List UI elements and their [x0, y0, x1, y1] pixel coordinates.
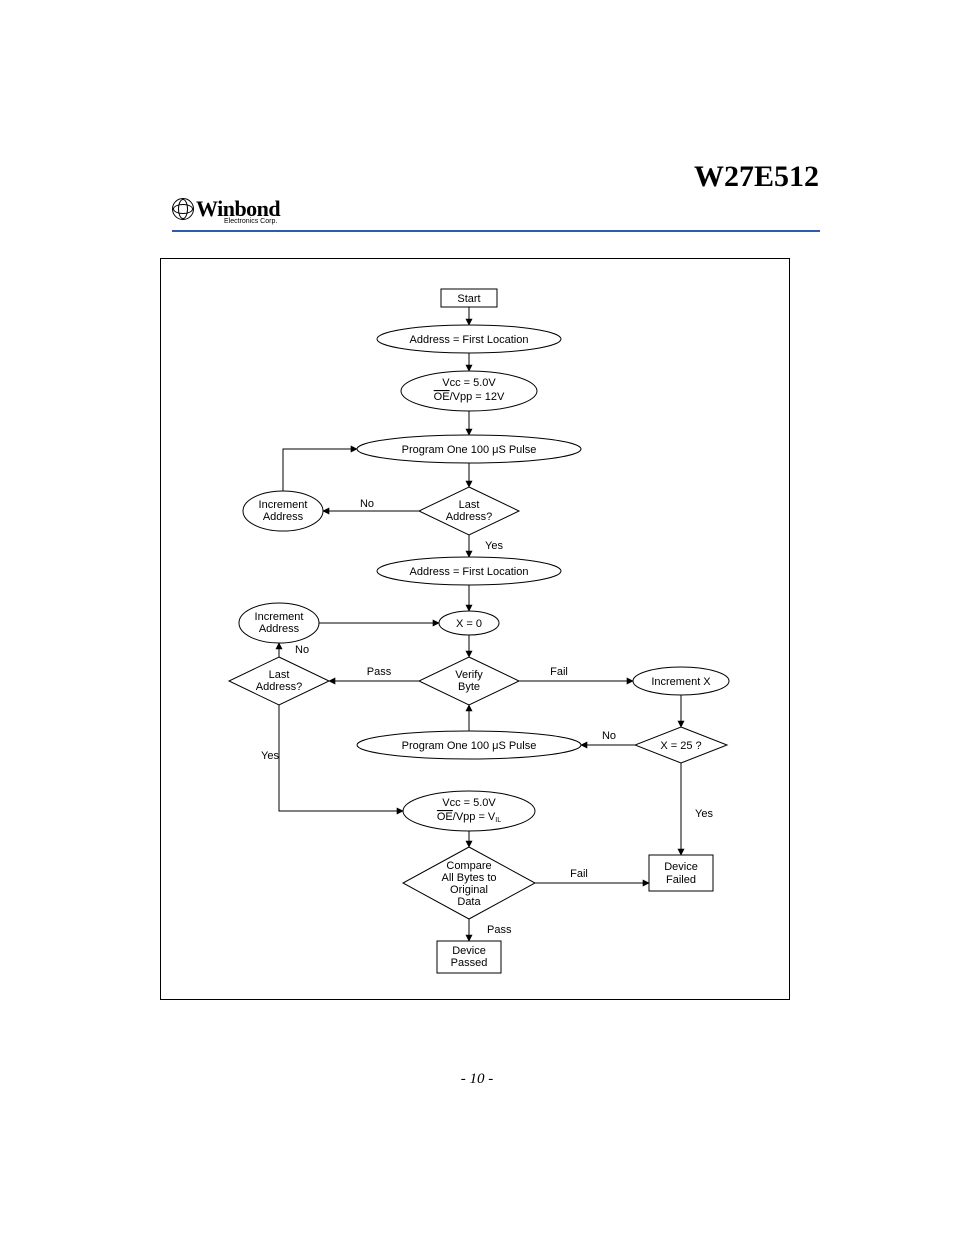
- node-vccvil-b: OE/Vpp = VIL: [437, 811, 501, 824]
- node-x25: X = 25 ?: [660, 740, 701, 752]
- edge-yes-1: Yes: [485, 540, 503, 552]
- flowchart: Start Address = First Location Vcc = 5.0…: [161, 259, 789, 999]
- node-dev-failed-a: Device: [664, 861, 698, 873]
- node-prog-pulse-1: Program One 100 μS Pulse: [402, 444, 537, 456]
- node-x-zero: X = 0: [456, 618, 482, 630]
- node-dev-passed-a: Device: [452, 945, 486, 957]
- brand-logo: Winbond Electronics Corp.: [172, 198, 280, 220]
- edge-no-3: No: [602, 730, 616, 742]
- node-incr-addr-1b: Address: [263, 511, 304, 523]
- node-compare-d: Data: [457, 896, 481, 908]
- part-number: W27E512: [694, 160, 819, 194]
- node-last-addr-1b: Address?: [446, 511, 492, 523]
- node-prog-pulse-2: Program One 100 μS Pulse: [402, 740, 537, 752]
- flowchart-frame: Start Address = First Location Vcc = 5.0…: [160, 258, 790, 1000]
- edge-yes-3: Yes: [695, 808, 713, 820]
- edge-no-1: No: [360, 498, 374, 510]
- node-compare-b: All Bytes to: [441, 872, 496, 884]
- node-incr-addr-1a: Increment: [259, 499, 308, 511]
- page-number: - 10 -: [0, 1071, 954, 1088]
- node-incr-addr-2a: Increment: [255, 611, 304, 623]
- node-incr-x: Increment X: [651, 676, 711, 688]
- edge-yes-2: Yes: [261, 750, 279, 762]
- node-dev-failed-b: Failed: [666, 874, 696, 886]
- node-last-addr-2a: Last: [269, 669, 290, 681]
- edge-fail-2: Fail: [570, 868, 588, 880]
- edge-fail-1: Fail: [550, 666, 568, 678]
- node-start: Start: [457, 293, 480, 305]
- brand-subtitle: Electronics Corp.: [224, 218, 277, 225]
- header-divider: [172, 230, 820, 232]
- node-vccvil-a: Vcc = 5.0V: [442, 797, 496, 809]
- node-verify-a: Verify: [455, 669, 483, 681]
- node-vcc5-line2: OE/Vpp = 12V: [434, 391, 505, 403]
- node-addr-first-2: Address = First Location: [410, 566, 529, 578]
- node-dev-passed-b: Passed: [451, 957, 488, 969]
- edge-no-2: No: [295, 644, 309, 656]
- node-last-addr-1a: Last: [459, 499, 480, 511]
- globe-icon: [172, 198, 194, 220]
- edge-pass-1: Pass: [367, 666, 392, 678]
- node-vcc5-line1: Vcc = 5.0V: [442, 377, 496, 389]
- node-verify-b: Byte: [458, 681, 480, 693]
- page: W27E512 Winbond Electronics Corp. Start …: [0, 0, 954, 1235]
- brand-name: Winbond: [196, 198, 280, 220]
- node-last-addr-2b: Address?: [256, 681, 302, 693]
- edge-pass-2: Pass: [487, 924, 512, 936]
- node-addr-first-1: Address = First Location: [410, 334, 529, 346]
- node-compare-a: Compare: [446, 860, 491, 872]
- node-incr-addr-2b: Address: [259, 623, 300, 635]
- node-compare-c: Original: [450, 884, 488, 896]
